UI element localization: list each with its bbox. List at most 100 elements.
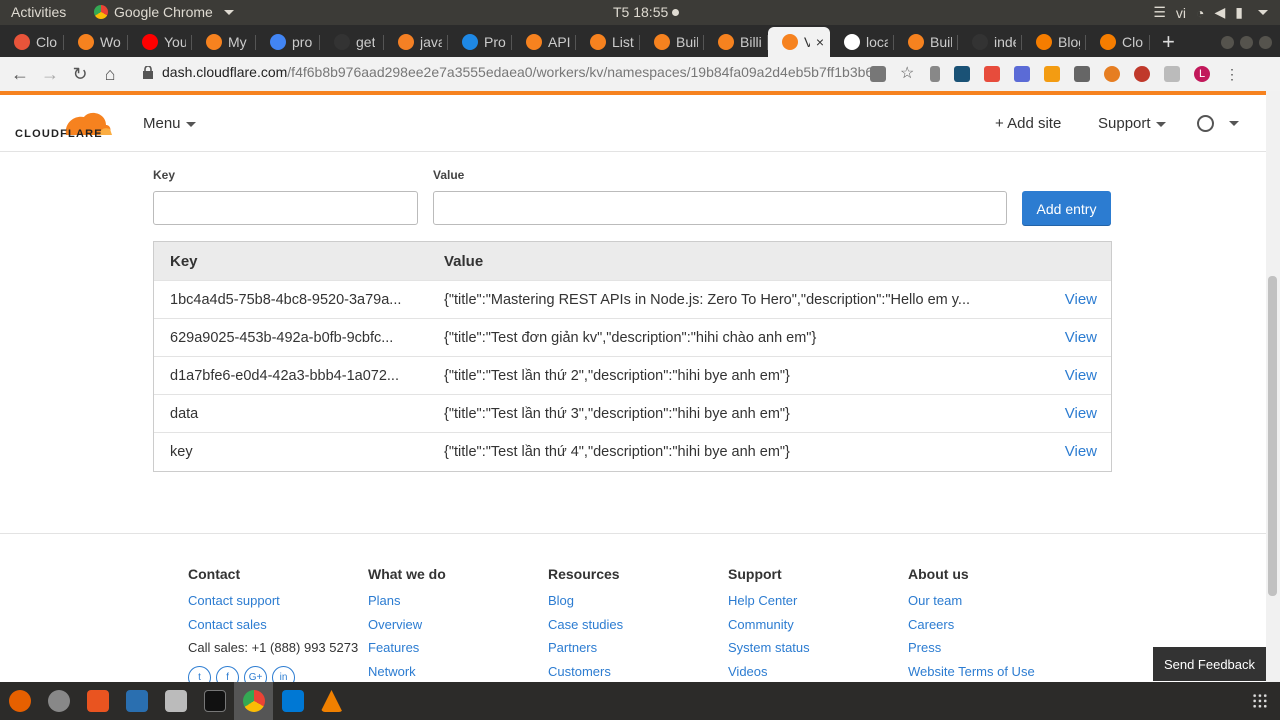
table-row: data {"title":"Test lần thứ 3","descripti… bbox=[154, 394, 1111, 432]
footer-link[interactable]: Our team bbox=[908, 593, 1035, 617]
app-grid-icon[interactable] bbox=[1252, 693, 1268, 709]
files-icon[interactable] bbox=[156, 682, 195, 720]
tab-13[interactable]: loca bbox=[830, 27, 894, 57]
star-icon[interactable]: ☆ bbox=[900, 66, 916, 82]
scrollbar-thumb[interactable] bbox=[1268, 276, 1277, 596]
footer-link[interactable]: Features bbox=[368, 640, 446, 664]
tab-11[interactable]: Billi bbox=[704, 27, 768, 57]
avatar[interactable]: L bbox=[1194, 66, 1210, 82]
send-feedback-button[interactable]: Send Feedback bbox=[1153, 647, 1266, 681]
vlc-icon[interactable] bbox=[312, 682, 351, 720]
view-link[interactable]: View bbox=[1065, 291, 1097, 308]
view-link[interactable]: View bbox=[1065, 443, 1097, 460]
chrome-icon[interactable] bbox=[234, 682, 273, 720]
extension-car-icon[interactable] bbox=[1074, 66, 1090, 82]
footer-link[interactable]: Case studies bbox=[548, 617, 623, 641]
key-input[interactable] bbox=[153, 191, 418, 225]
footer-about: About us Our team Careers Press Website … bbox=[908, 566, 1035, 687]
tab-label: Billi bbox=[740, 34, 762, 50]
system-tray[interactable]: ☰ vi ◔ ◀ ▮ bbox=[1153, 0, 1280, 25]
menu-dropdown[interactable]: Menu bbox=[143, 115, 196, 132]
extension-chart-icon[interactable] bbox=[1044, 66, 1060, 82]
add-entry-button[interactable]: Add entry bbox=[1022, 191, 1111, 226]
tab-4[interactable]: pro bbox=[256, 27, 320, 57]
maximize-icon[interactable] bbox=[1240, 36, 1253, 49]
network-icon[interactable] bbox=[117, 682, 156, 720]
extension-s-icon[interactable] bbox=[984, 66, 1000, 82]
tab-label: Clo bbox=[36, 34, 58, 50]
firefox-icon[interactable] bbox=[0, 682, 39, 720]
chevron-down-icon[interactable] bbox=[1229, 121, 1239, 126]
tab-8[interactable]: API bbox=[512, 27, 576, 57]
activities-button[interactable]: Activities bbox=[11, 4, 66, 20]
view-link[interactable]: View bbox=[1065, 329, 1097, 346]
tab-favicon-icon bbox=[270, 34, 286, 50]
back-icon[interactable]: ← bbox=[5, 64, 35, 85]
tab-14[interactable]: Buil bbox=[894, 27, 958, 57]
app-menu[interactable]: Google Chrome bbox=[94, 4, 234, 20]
add-site-button[interactable]: + Add site bbox=[995, 115, 1061, 132]
extension-circle-icon[interactable] bbox=[1134, 66, 1150, 82]
tab-10[interactable]: Buil bbox=[640, 27, 704, 57]
minimize-icon[interactable] bbox=[1221, 36, 1234, 49]
footer-link[interactable]: System status bbox=[728, 640, 810, 664]
tab-0[interactable]: Clo bbox=[0, 27, 64, 57]
footer-link[interactable]: Careers bbox=[908, 617, 1035, 641]
extension-translate-icon[interactable] bbox=[1014, 66, 1030, 82]
software-center-icon[interactable] bbox=[78, 682, 117, 720]
tab-16[interactable]: Blog bbox=[1022, 27, 1086, 57]
new-tab-button[interactable]: + bbox=[1150, 27, 1187, 57]
lock-icon bbox=[143, 66, 153, 79]
tab-favicon-icon bbox=[1036, 34, 1052, 50]
extension-k-icon[interactable] bbox=[1164, 66, 1180, 82]
footer-link[interactable]: Blog bbox=[548, 593, 623, 617]
footer-link[interactable]: Contact sales bbox=[188, 617, 358, 641]
tab-1[interactable]: Wo bbox=[64, 27, 128, 57]
view-link[interactable]: View bbox=[1065, 367, 1097, 384]
vscode-icon[interactable] bbox=[273, 682, 312, 720]
forward-icon[interactable]: → bbox=[35, 64, 65, 85]
value-input[interactable] bbox=[433, 191, 1007, 225]
view-link[interactable]: View bbox=[1065, 405, 1097, 422]
footer-link[interactable]: Community bbox=[728, 617, 810, 641]
url-field[interactable]: dash.cloudflare.com/f4f6b8b976aad298ee2e… bbox=[162, 64, 882, 80]
eyedropper-icon[interactable] bbox=[930, 66, 940, 82]
translate-icon[interactable] bbox=[870, 66, 886, 82]
kv-table: Key Value 1bc4a4d5-75b8-4bc8-9520-3a79a.… bbox=[153, 241, 1112, 472]
tab-6[interactable]: java bbox=[384, 27, 448, 57]
footer-link[interactable]: Overview bbox=[368, 617, 446, 641]
tab-9[interactable]: List bbox=[576, 27, 640, 57]
tab-label: Buil bbox=[676, 34, 698, 50]
scrollbar[interactable] bbox=[1266, 91, 1280, 682]
tab-favicon-icon bbox=[1100, 34, 1116, 50]
tab-label: inde bbox=[994, 34, 1016, 50]
react-icon[interactable] bbox=[954, 66, 970, 82]
footer-link[interactable]: Help Center bbox=[728, 593, 810, 617]
footer-link[interactable]: Plans bbox=[368, 593, 446, 617]
more-icon[interactable]: ⋮ bbox=[1224, 66, 1240, 82]
tab-2[interactable]: You bbox=[128, 27, 192, 57]
tab-15[interactable]: inde bbox=[958, 27, 1022, 57]
settings-icon[interactable] bbox=[39, 682, 78, 720]
tab-5[interactable]: get bbox=[320, 27, 384, 57]
close-window-icon[interactable] bbox=[1259, 36, 1272, 49]
tab-17[interactable]: Clo bbox=[1086, 27, 1150, 57]
close-icon[interactable]: × bbox=[816, 34, 824, 50]
support-dropdown[interactable]: Support bbox=[1098, 115, 1166, 132]
home-icon[interactable]: ⌂ bbox=[95, 64, 125, 85]
window-controls bbox=[1221, 36, 1280, 57]
footer-link[interactable]: Contact support bbox=[188, 593, 358, 617]
footer-link[interactable]: Press bbox=[908, 640, 1035, 664]
table-row: 629a9025-453b-492a-b0fb-9cbfc... {"title"… bbox=[154, 318, 1111, 356]
tab-12[interactable]: V × bbox=[768, 27, 830, 57]
clock[interactable]: T5 18:55 bbox=[613, 4, 680, 20]
tab-favicon-icon bbox=[908, 34, 924, 50]
user-icon[interactable] bbox=[1197, 115, 1214, 132]
tab-3[interactable]: My bbox=[192, 27, 256, 57]
extension-fire-icon[interactable] bbox=[1104, 66, 1120, 82]
wifi-icon: ◔ bbox=[1196, 4, 1205, 21]
terminal-icon[interactable] bbox=[195, 682, 234, 720]
tab-7[interactable]: Pro bbox=[448, 27, 512, 57]
footer-link[interactable]: Partners bbox=[548, 640, 623, 664]
reload-icon[interactable]: ↻ bbox=[65, 64, 95, 85]
